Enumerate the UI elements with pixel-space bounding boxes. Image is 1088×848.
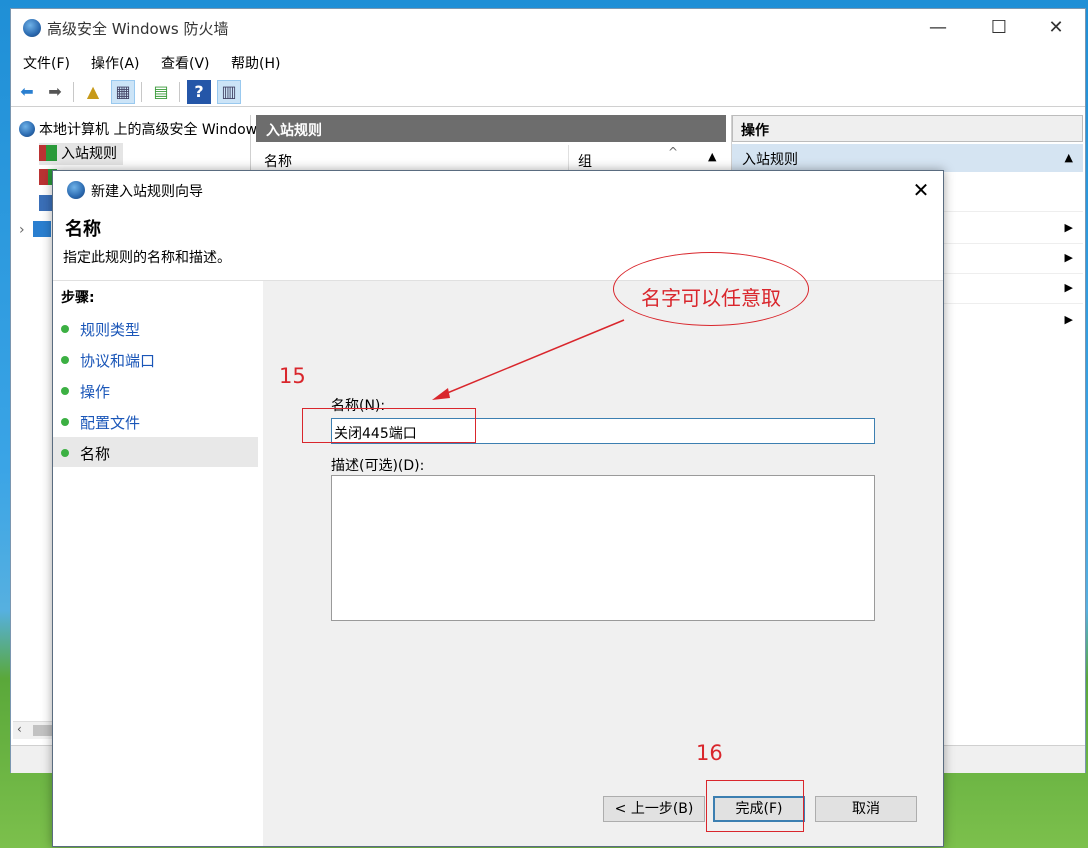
- dialog-title: 新建入站规则向导: [91, 184, 203, 200]
- column-group[interactable]: 组: [578, 151, 592, 171]
- wizard-steps: 步骤: 规则类型 协议和端口 操作 配置文件 名称: [53, 281, 261, 846]
- monitoring-icon: [32, 221, 51, 237]
- inbound-rules-icon: [39, 145, 57, 161]
- maximize-button[interactable]: ☐: [976, 15, 1022, 41]
- step-rule-type[interactable]: 规则类型: [53, 313, 258, 343]
- submenu-arrow-icon[interactable]: ▶: [1065, 221, 1073, 234]
- export-list-icon[interactable]: ▤: [149, 80, 173, 104]
- firewall-node-icon: [19, 121, 35, 137]
- sort-chevron-up-icon: ^: [668, 145, 679, 159]
- menu-help[interactable]: 帮助(H): [231, 53, 280, 73]
- dialog-close-button[interactable]: ✕: [905, 177, 937, 203]
- minimize-button[interactable]: —: [915, 15, 961, 41]
- middle-pane-header: 入站规则: [256, 115, 726, 142]
- actions-section-inbound[interactable]: 入站规则 ▲: [732, 144, 1083, 172]
- step-dot-icon: [61, 449, 69, 457]
- forward-arrow-icon[interactable]: ➡: [43, 80, 67, 104]
- annotation-step-16: 16: [696, 741, 723, 765]
- column-header-row: 名称 组 ^ ▲: [256, 145, 726, 173]
- step-protocol-ports[interactable]: 协议和端口: [53, 344, 258, 374]
- description-label: 描述(可选)(D):: [331, 458, 425, 474]
- dialog-titlebar: 新建入站规则向导 ✕: [53, 171, 943, 209]
- step-dot-icon: [61, 387, 69, 395]
- tree-item-monitoring[interactable]: ›: [19, 221, 55, 243]
- tree-root-label: 本地计算机 上的高级安全 Windows: [39, 122, 265, 138]
- show-hide-tree-icon[interactable]: ▦: [111, 80, 135, 104]
- step-name[interactable]: 名称: [53, 437, 258, 467]
- actions-pane-header: 操作: [732, 115, 1083, 142]
- tree-item-label: 入站规则: [61, 146, 117, 162]
- main-titlebar: 高级安全 Windows 防火墙 — ☐ ✕: [11, 9, 1085, 47]
- main-window-title: 高级安全 Windows 防火墙: [47, 20, 229, 38]
- step-action[interactable]: 操作: [53, 375, 258, 405]
- new-inbound-rule-wizard: 新建入站规则向导 ✕ 名称 指定此规则的名称和描述。 步骤: 规则类型 协议和端…: [52, 170, 944, 847]
- show-hide-action-pane-icon[interactable]: ▥: [217, 80, 241, 104]
- back-arrow-icon[interactable]: ⬅: [15, 80, 39, 104]
- step-dot-icon: [61, 418, 69, 426]
- close-button[interactable]: ✕: [1033, 15, 1079, 41]
- description-textarea[interactable]: [331, 475, 875, 621]
- menu-view[interactable]: 查看(V): [161, 53, 210, 73]
- menu-action[interactable]: 操作(A): [91, 53, 140, 73]
- scroll-left-icon[interactable]: ‹: [17, 722, 22, 736]
- dialog-header: 名称 指定此规则的名称和描述。: [53, 209, 943, 281]
- firewall-dialog-icon: [67, 181, 85, 199]
- steps-title: 步骤:: [61, 290, 95, 306]
- step-profile[interactable]: 配置文件: [53, 406, 258, 436]
- annotation-step-15: 15: [279, 364, 306, 388]
- annotation-arrow: [432, 319, 625, 400]
- step-dot-icon: [61, 325, 69, 333]
- annotation-finish-highlight: [706, 780, 804, 832]
- help-icon[interactable]: ?: [187, 80, 211, 104]
- firewall-app-icon: [23, 19, 41, 37]
- expand-chevron-icon[interactable]: ›: [19, 222, 25, 238]
- page-subtitle: 指定此规则的名称和描述。: [63, 250, 231, 266]
- page-title: 名称: [65, 219, 101, 240]
- annotation-name-highlight: [302, 408, 476, 443]
- actions-section-label: 入站规则: [742, 152, 798, 168]
- step-dot-icon: [61, 356, 69, 364]
- tree-item-inbound-rules[interactable]: 入站规则: [39, 143, 123, 165]
- tree-root[interactable]: 本地计算机 上的高级安全 Windows: [19, 119, 264, 141]
- scroll-up-icon[interactable]: ▲: [708, 150, 716, 163]
- submenu-arrow-icon[interactable]: ▶: [1065, 251, 1073, 264]
- up-folder-icon[interactable]: ▲: [81, 80, 105, 104]
- submenu-arrow-icon[interactable]: ▶: [1065, 281, 1073, 294]
- annotation-callout-text: 名字可以任意取: [641, 286, 781, 310]
- collapse-section-icon[interactable]: ▲: [1065, 151, 1073, 164]
- menu-bar: 文件(F) 操作(A) 查看(V) 帮助(H): [11, 49, 1085, 73]
- toolbar: ⬅ ➡ ▲ ▦ ▤ ? ▥: [11, 77, 1085, 107]
- column-name[interactable]: 名称: [264, 151, 292, 171]
- cancel-button[interactable]: 取消: [815, 796, 917, 822]
- submenu-arrow-icon[interactable]: ▶: [1065, 313, 1073, 326]
- scroll-thumb[interactable]: [33, 725, 53, 736]
- back-button[interactable]: < 上一步(B): [603, 796, 705, 822]
- menu-file[interactable]: 文件(F): [23, 53, 70, 73]
